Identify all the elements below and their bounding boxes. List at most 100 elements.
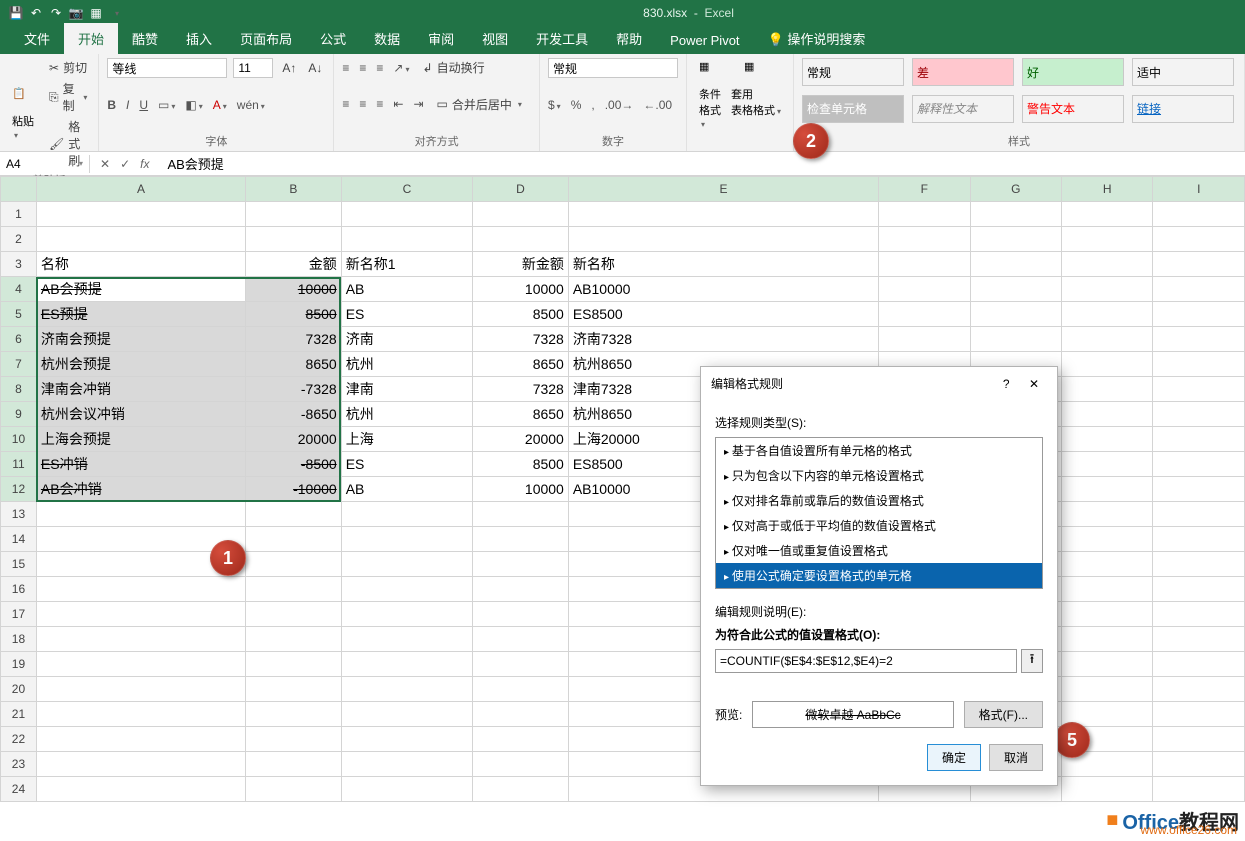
cell-F4[interactable] bbox=[879, 277, 970, 302]
cell-G3[interactable] bbox=[970, 252, 1061, 277]
row-header-20[interactable]: 20 bbox=[1, 677, 37, 702]
cell-A7[interactable]: 杭州会预提 bbox=[36, 352, 245, 377]
cell-D12[interactable]: 10000 bbox=[473, 477, 569, 502]
cell-D21[interactable] bbox=[473, 702, 569, 727]
cell-I4[interactable] bbox=[1153, 277, 1245, 302]
cell-C2[interactable] bbox=[341, 227, 472, 252]
col-header-E[interactable]: E bbox=[568, 177, 878, 202]
cell-style-0[interactable]: 常规 bbox=[802, 58, 904, 86]
rule-type-list[interactable]: 基于各自值设置所有单元格的格式只为包含以下内容的单元格设置格式仅对排名靠前或靠后… bbox=[715, 437, 1043, 589]
quickprint-icon[interactable]: ▦ bbox=[88, 5, 104, 21]
cell-B24[interactable] bbox=[246, 777, 342, 802]
indent-dec-icon[interactable]: ⇤ bbox=[393, 97, 403, 111]
cell-style-5[interactable]: 解释性文本 bbox=[912, 95, 1014, 123]
row-header-14[interactable]: 14 bbox=[1, 527, 37, 552]
cell-E3[interactable]: 新名称 bbox=[568, 252, 878, 277]
cell-B23[interactable] bbox=[246, 752, 342, 777]
col-header-H[interactable]: H bbox=[1062, 177, 1153, 202]
tab-Power Pivot[interactable]: Power Pivot bbox=[656, 27, 753, 54]
copy-button[interactable]: ⎘ 复制 bbox=[46, 79, 90, 115]
cell-I11[interactable] bbox=[1153, 452, 1245, 477]
align-bottom-icon[interactable]: ≡ bbox=[376, 61, 383, 75]
row-header-1[interactable]: 1 bbox=[1, 202, 37, 227]
align-right-icon[interactable]: ≡ bbox=[376, 97, 383, 111]
cell-H2[interactable] bbox=[1062, 227, 1153, 252]
row-header-4[interactable]: 4 bbox=[1, 277, 37, 302]
cell-C19[interactable] bbox=[341, 652, 472, 677]
cell-E2[interactable] bbox=[568, 227, 878, 252]
name-box[interactable]: A4▾ bbox=[0, 155, 90, 173]
row-header-19[interactable]: 19 bbox=[1, 652, 37, 677]
cell-A8[interactable]: 津南会冲销 bbox=[36, 377, 245, 402]
row-header-6[interactable]: 6 bbox=[1, 327, 37, 352]
align-left-icon[interactable]: ≡ bbox=[342, 97, 349, 111]
cell-A11[interactable]: ES冲销 bbox=[36, 452, 245, 477]
cell-H6[interactable] bbox=[1062, 327, 1153, 352]
cell-C24[interactable] bbox=[341, 777, 472, 802]
col-header-C[interactable]: C bbox=[341, 177, 472, 202]
font-size-input[interactable] bbox=[233, 58, 273, 78]
font-color-button[interactable]: A bbox=[213, 98, 227, 112]
cell-B18[interactable] bbox=[246, 627, 342, 652]
col-header-B[interactable]: B bbox=[246, 177, 342, 202]
cell-E6[interactable]: 济南7328 bbox=[568, 327, 878, 352]
cell-I23[interactable] bbox=[1153, 752, 1245, 777]
cell-I6[interactable] bbox=[1153, 327, 1245, 352]
cell-E4[interactable]: AB10000 bbox=[568, 277, 878, 302]
qat-more-icon[interactable] bbox=[108, 5, 124, 21]
row-header-3[interactable]: 3 bbox=[1, 252, 37, 277]
cell-I2[interactable] bbox=[1153, 227, 1245, 252]
cell-C12[interactable]: AB bbox=[341, 477, 472, 502]
bold-button[interactable]: B bbox=[107, 98, 116, 112]
paste-button[interactable]: 📋粘贴 bbox=[8, 85, 40, 143]
percent-icon[interactable]: % bbox=[571, 98, 582, 112]
rule-type-option-3[interactable]: 仅对高于或低于平均值的数值设置格式 bbox=[716, 513, 1042, 538]
cell-I16[interactable] bbox=[1153, 577, 1245, 602]
font-name-input[interactable] bbox=[107, 58, 227, 78]
cell-B9[interactable]: -8650 bbox=[246, 402, 342, 427]
cell-D15[interactable] bbox=[473, 552, 569, 577]
cell-C23[interactable] bbox=[341, 752, 472, 777]
cell-F5[interactable] bbox=[879, 302, 970, 327]
cell-B21[interactable] bbox=[246, 702, 342, 727]
cell-A24[interactable] bbox=[36, 777, 245, 802]
row-header-10[interactable]: 10 bbox=[1, 427, 37, 452]
decrease-decimal-icon[interactable]: ←.00 bbox=[643, 98, 672, 112]
col-header-A[interactable]: A bbox=[36, 177, 245, 202]
row-header-7[interactable]: 7 bbox=[1, 352, 37, 377]
tab-开发工具[interactable]: 开发工具 bbox=[522, 23, 602, 54]
cell-E5[interactable]: ES8500 bbox=[568, 302, 878, 327]
tab-插入[interactable]: 插入 bbox=[172, 23, 226, 54]
cell-G1[interactable] bbox=[970, 202, 1061, 227]
align-middle-icon[interactable]: ≡ bbox=[359, 61, 366, 75]
orientation-icon[interactable]: ↗ bbox=[393, 61, 409, 75]
cell-A1[interactable] bbox=[36, 202, 245, 227]
cell-I9[interactable] bbox=[1153, 402, 1245, 427]
cell-D5[interactable]: 8500 bbox=[473, 302, 569, 327]
cell-A20[interactable] bbox=[36, 677, 245, 702]
align-center-icon[interactable]: ≡ bbox=[359, 97, 366, 111]
col-header-D[interactable]: D bbox=[473, 177, 569, 202]
cell-D3[interactable]: 新金额 bbox=[473, 252, 569, 277]
cell-D17[interactable] bbox=[473, 602, 569, 627]
cell-D11[interactable]: 8500 bbox=[473, 452, 569, 477]
cell-A9[interactable]: 杭州会议冲销 bbox=[36, 402, 245, 427]
cell-B11[interactable]: -8500 bbox=[246, 452, 342, 477]
row-header-23[interactable]: 23 bbox=[1, 752, 37, 777]
cell-I20[interactable] bbox=[1153, 677, 1245, 702]
tab-数据[interactable]: 数据 bbox=[360, 23, 414, 54]
cell-I3[interactable] bbox=[1153, 252, 1245, 277]
tab-帮助[interactable]: 帮助 bbox=[602, 23, 656, 54]
tab-酷赞[interactable]: 酷赞 bbox=[118, 23, 172, 54]
underline-button[interactable]: U bbox=[139, 98, 148, 112]
cell-B16[interactable] bbox=[246, 577, 342, 602]
tab-审阅[interactable]: 审阅 bbox=[414, 23, 468, 54]
cell-B2[interactable] bbox=[246, 227, 342, 252]
cell-B17[interactable] bbox=[246, 602, 342, 627]
redo-icon[interactable]: ↷ bbox=[48, 5, 64, 21]
cell-H16[interactable] bbox=[1062, 577, 1153, 602]
cell-C6[interactable]: 济南 bbox=[341, 327, 472, 352]
cell-H12[interactable] bbox=[1062, 477, 1153, 502]
rule-type-option-2[interactable]: 仅对排名靠前或靠后的数值设置格式 bbox=[716, 488, 1042, 513]
cell-D10[interactable]: 20000 bbox=[473, 427, 569, 452]
